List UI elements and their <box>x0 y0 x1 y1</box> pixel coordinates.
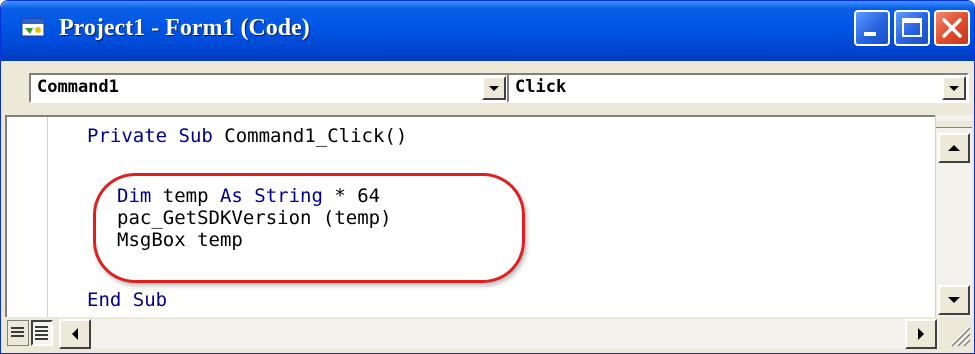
dropdown-row: Command1 Click <box>5 65 972 109</box>
minimize-button[interactable] <box>854 10 890 46</box>
full-module-view-button[interactable] <box>31 320 53 346</box>
arrow-up-icon <box>948 145 960 151</box>
arrow-right-icon <box>918 328 924 340</box>
close-button[interactable] <box>934 10 970 46</box>
maximize-icon <box>902 18 922 37</box>
vertical-scrollbar[interactable] <box>935 115 972 317</box>
scroll-up-button[interactable] <box>938 133 970 163</box>
form-window-icon <box>21 18 45 37</box>
object-dropdown[interactable]: Command1 <box>29 73 509 103</box>
keyword: End Sub <box>87 289 168 311</box>
maximize-button[interactable] <box>894 10 930 46</box>
title-bar[interactable]: Project1 - Form1 (Code) <box>1 1 974 61</box>
bottom-bar <box>5 317 972 351</box>
scroll-down-button[interactable] <box>938 285 970 315</box>
split-bar[interactable] <box>936 121 972 128</box>
keyword: Private Sub <box>87 125 213 147</box>
resize-grip-icon[interactable] <box>943 319 971 349</box>
procedure-dropdown-value: Click <box>515 77 567 97</box>
code-line[interactable]: End Sub <box>87 289 167 311</box>
procedure-dropdown[interactable]: Click <box>507 73 969 103</box>
chevron-down-icon <box>949 86 959 91</box>
minimize-icon <box>864 32 876 36</box>
full-module-view-icon <box>35 326 48 340</box>
arrow-left-icon <box>72 328 78 340</box>
scroll-left-button[interactable] <box>59 319 91 349</box>
horizontal-scrollbar[interactable] <box>59 319 939 349</box>
annotation-ellipse <box>93 173 525 283</box>
chevron-down-icon <box>489 86 499 91</box>
procedure-dropdown-button[interactable] <box>942 76 966 100</box>
procedure-view-button[interactable] <box>7 320 29 346</box>
object-dropdown-value: Command1 <box>37 77 119 97</box>
object-dropdown-button[interactable] <box>482 76 506 100</box>
code-margin <box>7 117 48 317</box>
window-title: Project1 - Form1 (Code) <box>59 15 310 41</box>
close-icon <box>942 18 962 38</box>
code-line[interactable]: Private Sub Command1_Click() <box>87 125 407 147</box>
code-text: Command1_Click() <box>212 125 408 147</box>
code-editor[interactable]: Private Sub Command1_Click() Dim temp As… <box>5 115 935 317</box>
code-window: Project1 - Form1 (Code) Command1 Click P… <box>0 0 975 354</box>
procedure-view-icon <box>11 327 24 337</box>
arrow-down-icon <box>948 297 960 303</box>
scroll-right-button[interactable] <box>905 319 937 349</box>
